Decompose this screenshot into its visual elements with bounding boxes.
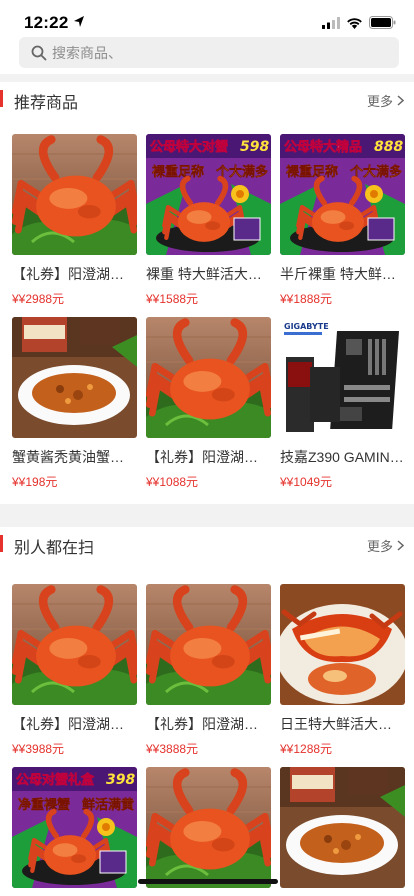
product-card[interactable]: 日王特大鲜活大闸蟹 ¥¥1288元 — [280, 584, 405, 757]
home-indicator — [138, 879, 278, 884]
product-grid: 【礼券】阳澄湖大闸蟹 ¥¥3988元 【礼券】阳澄湖大闸蟹 ¥¥3888元 日王特大… — [12, 584, 405, 888]
status-icons — [322, 16, 396, 29]
section-accent-bar — [0, 90, 3, 107]
product-image[interactable]: 公母特大对蟹 598 裸重足称 个大满多 — [146, 134, 271, 255]
product-image[interactable] — [146, 317, 271, 438]
product-image[interactable] — [280, 767, 405, 888]
product-price: ¥¥1288元 — [280, 742, 333, 756]
product-price: ¥¥2988元 — [12, 292, 65, 306]
product-price: ¥¥198元 — [12, 475, 58, 489]
product-card[interactable]: 公母对蟹礼盒 398 净重裸蟹 鲜活满黄 — [12, 767, 137, 888]
product-image[interactable] — [12, 134, 137, 255]
product-image[interactable]: 公母对蟹礼盒 398 净重裸蟹 鲜活满黄 — [12, 767, 137, 888]
product-card[interactable]: 【礼券】阳澄湖大闸蟹 ¥¥2988元 — [12, 134, 137, 307]
product-name: 裸重 特大鲜活大闸蟹 — [146, 266, 271, 282]
status-time: 12:22 — [24, 13, 69, 32]
svg-text:GIGABYTE: GIGABYTE — [284, 322, 329, 331]
product-name: 日王特大鲜活大闸蟹 — [280, 716, 405, 732]
product-card[interactable] — [146, 767, 271, 888]
more-label: 更多 — [366, 94, 393, 109]
product-image[interactable] — [146, 767, 271, 888]
product-card[interactable]: 蟹黄酱秃黄油蟹黄膏 ¥¥198元 — [12, 317, 137, 490]
product-price: ¥¥3988元 — [12, 742, 65, 756]
chevron-right-icon — [397, 95, 404, 106]
product-image[interactable]: GIGABYTE — [280, 317, 405, 438]
product-image[interactable]: 公母特大精品 888 裸重足称 个大满多 — [280, 134, 405, 255]
product-card[interactable]: GIGABYTE 技嘉Z390 GAMING X ¥¥1049元 — [280, 317, 405, 490]
svg-text:裸重足称: 裸重足称 — [152, 164, 204, 180]
product-image[interactable] — [12, 317, 137, 438]
svg-text:598: 598 — [240, 139, 269, 155]
product-name: 【礼券】阳澄湖大闸蟹 — [12, 716, 137, 732]
others-scanning-section: 别人都在扫 更多 【礼券】阳澄湖大闸蟹 ¥¥3988元 【礼券】阳澄湖大闸蟹 ¥¥3… — [0, 527, 414, 896]
product-name: 半斤裸重 特大鲜活大闸蟹 — [280, 266, 405, 282]
location-arrow-icon — [74, 16, 84, 27]
product-image[interactable] — [280, 584, 405, 705]
wifi-icon — [347, 17, 362, 29]
svg-text:公母特大对蟹: 公母特大对蟹 — [150, 139, 228, 155]
product-price: ¥¥3888元 — [146, 742, 199, 756]
more-link[interactable]: 更多 — [367, 91, 404, 110]
cellular-signal-icon — [322, 16, 340, 29]
product-price: ¥¥1049元 — [280, 475, 333, 489]
product-price: ¥¥1888元 — [280, 292, 333, 306]
svg-text:公母特大精品: 公母特大精品 — [284, 139, 362, 155]
svg-text:398: 398 — [106, 772, 135, 788]
product-image[interactable] — [146, 584, 271, 705]
more-link[interactable]: 更多 — [367, 536, 404, 555]
section-header: 别人都在扫 更多 — [0, 527, 414, 563]
section-header: 推荐商品 更多 — [0, 82, 414, 118]
search-bar — [0, 36, 414, 74]
product-image[interactable] — [12, 584, 137, 705]
more-label: 更多 — [366, 539, 393, 554]
section-title: 推荐商品 — [14, 95, 79, 112]
product-price: ¥¥1588元 — [146, 292, 199, 306]
svg-text:888: 888 — [374, 139, 403, 155]
section-accent-bar — [0, 535, 3, 552]
search-input[interactable] — [52, 44, 372, 61]
product-name: 蟹黄酱秃黄油蟹黄膏 — [12, 449, 137, 465]
product-card[interactable]: 公母特大对蟹 598 裸重足称 个大满多 裸重 特大鲜活大闸蟹 ¥¥1588元 — [146, 134, 271, 307]
section-title: 别人都在扫 — [14, 540, 95, 557]
product-name: 技嘉Z390 GAMING X — [280, 449, 405, 465]
product-name: 【礼券】阳澄湖大闸蟹 — [146, 716, 271, 732]
product-card[interactable] — [280, 767, 405, 888]
svg-text:裸重足称: 裸重足称 — [286, 164, 338, 180]
recommended-section: 推荐商品 更多 【礼券】阳澄湖大闸蟹 ¥¥2988元 公母特大对蟹 598 裸重足… — [0, 82, 414, 504]
product-name: 【礼券】阳澄湖大闸蟹 — [12, 266, 137, 282]
product-card[interactable]: 【礼券】阳澄湖大闸蟹 ¥¥3888元 — [146, 584, 271, 757]
product-card[interactable]: 公母特大精品 888 裸重足称 个大满多 半斤裸重 特大鲜活大闸蟹 ¥¥1888元 — [280, 134, 405, 307]
product-price: ¥¥1088元 — [146, 475, 199, 489]
search-box[interactable] — [19, 37, 399, 68]
product-name: 【礼券】阳澄湖大闸蟹 — [146, 449, 271, 465]
search-icon — [31, 45, 47, 60]
chevron-right-icon — [397, 540, 404, 551]
svg-text:公母对蟹礼盒: 公母对蟹礼盒 — [16, 772, 95, 788]
product-grid: 【礼券】阳澄湖大闸蟹 ¥¥2988元 公母特大对蟹 598 裸重足称 个大满多 裸… — [12, 134, 405, 490]
product-card[interactable]: 【礼券】阳澄湖大闸蟹 ¥¥1088元 — [146, 317, 271, 490]
battery-icon — [369, 16, 396, 29]
product-card[interactable]: 【礼券】阳澄湖大闸蟹 ¥¥3988元 — [12, 584, 137, 757]
svg-text:净重裸蟹: 净重裸蟹 — [18, 797, 70, 813]
